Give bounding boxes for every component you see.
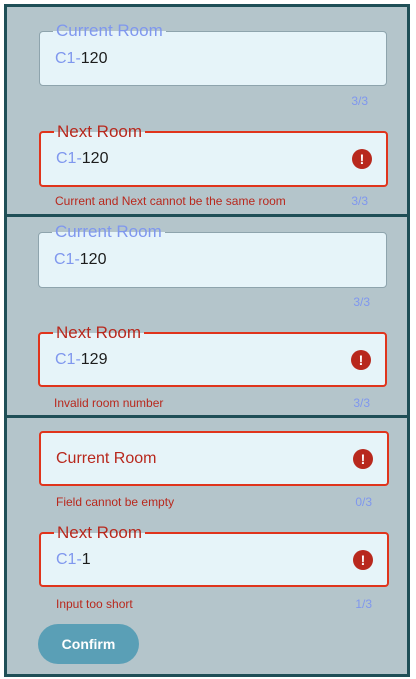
error-icon: ! [353, 448, 373, 469]
next-room-value: C1-1 [56, 551, 91, 569]
confirm-button[interactable]: Confirm [38, 624, 139, 664]
form-panel-2: Current Room C1-120 3/3 Next Room C1-129… [4, 214, 410, 420]
next-room-counter: 3/3 [351, 194, 368, 208]
next-room-counter: 3/3 [353, 396, 370, 410]
room-number: 129 [80, 350, 108, 368]
next-room-counter: 1/3 [355, 597, 372, 611]
room-prefix: C1- [54, 251, 80, 268]
current-room-label: Current Room [52, 223, 165, 241]
next-room-field[interactable]: Next Room C1-1 ! [39, 524, 389, 587]
current-room-field[interactable]: Current Room C1-120 [38, 223, 387, 288]
next-room-field[interactable]: Next Room C1-129 ! [38, 324, 387, 387]
current-room-counter: 3/3 [353, 295, 370, 309]
next-room-error-text: Invalid room number [54, 396, 164, 410]
current-room-label: Current Room [53, 22, 166, 40]
next-room-value: C1-120 [56, 150, 108, 168]
next-room-error-text: Input too short [56, 597, 133, 611]
room-prefix: C1- [56, 550, 82, 568]
next-room-error-text: Current and Next cannot be the same room [55, 194, 286, 208]
current-room-field[interactable]: Current Room C1-120 [39, 22, 387, 86]
next-room-field[interactable]: Next Room C1-120 ! [39, 123, 388, 187]
room-number: 120 [80, 49, 108, 67]
current-room-field[interactable]: Current Room ! [39, 431, 389, 486]
next-room-label: Next Room [53, 324, 145, 342]
room-number: 120 [81, 150, 109, 167]
error-icon: ! [351, 349, 371, 370]
next-room-label: Next Room [54, 123, 146, 141]
form-panel-1: Current Room C1-120 3/3 Next Room C1-120… [4, 4, 410, 217]
current-room-counter: 0/3 [355, 495, 372, 509]
next-room-value: C1-129 [55, 351, 107, 369]
room-number: 120 [79, 251, 107, 268]
error-icon: ! [353, 549, 373, 570]
room-prefix: C1- [55, 49, 81, 67]
room-prefix: C1- [56, 150, 82, 167]
current-room-value: C1-120 [55, 50, 107, 68]
current-room-placeholder: Current Room [56, 449, 157, 467]
current-room-counter: 3/3 [351, 94, 368, 108]
error-icon: ! [352, 149, 372, 169]
room-number: 1 [81, 550, 91, 568]
room-prefix: C1- [55, 350, 81, 368]
next-room-label: Next Room [54, 524, 146, 542]
current-room-error-text: Field cannot be empty [56, 495, 175, 509]
current-room-value: C1-120 [54, 251, 106, 269]
